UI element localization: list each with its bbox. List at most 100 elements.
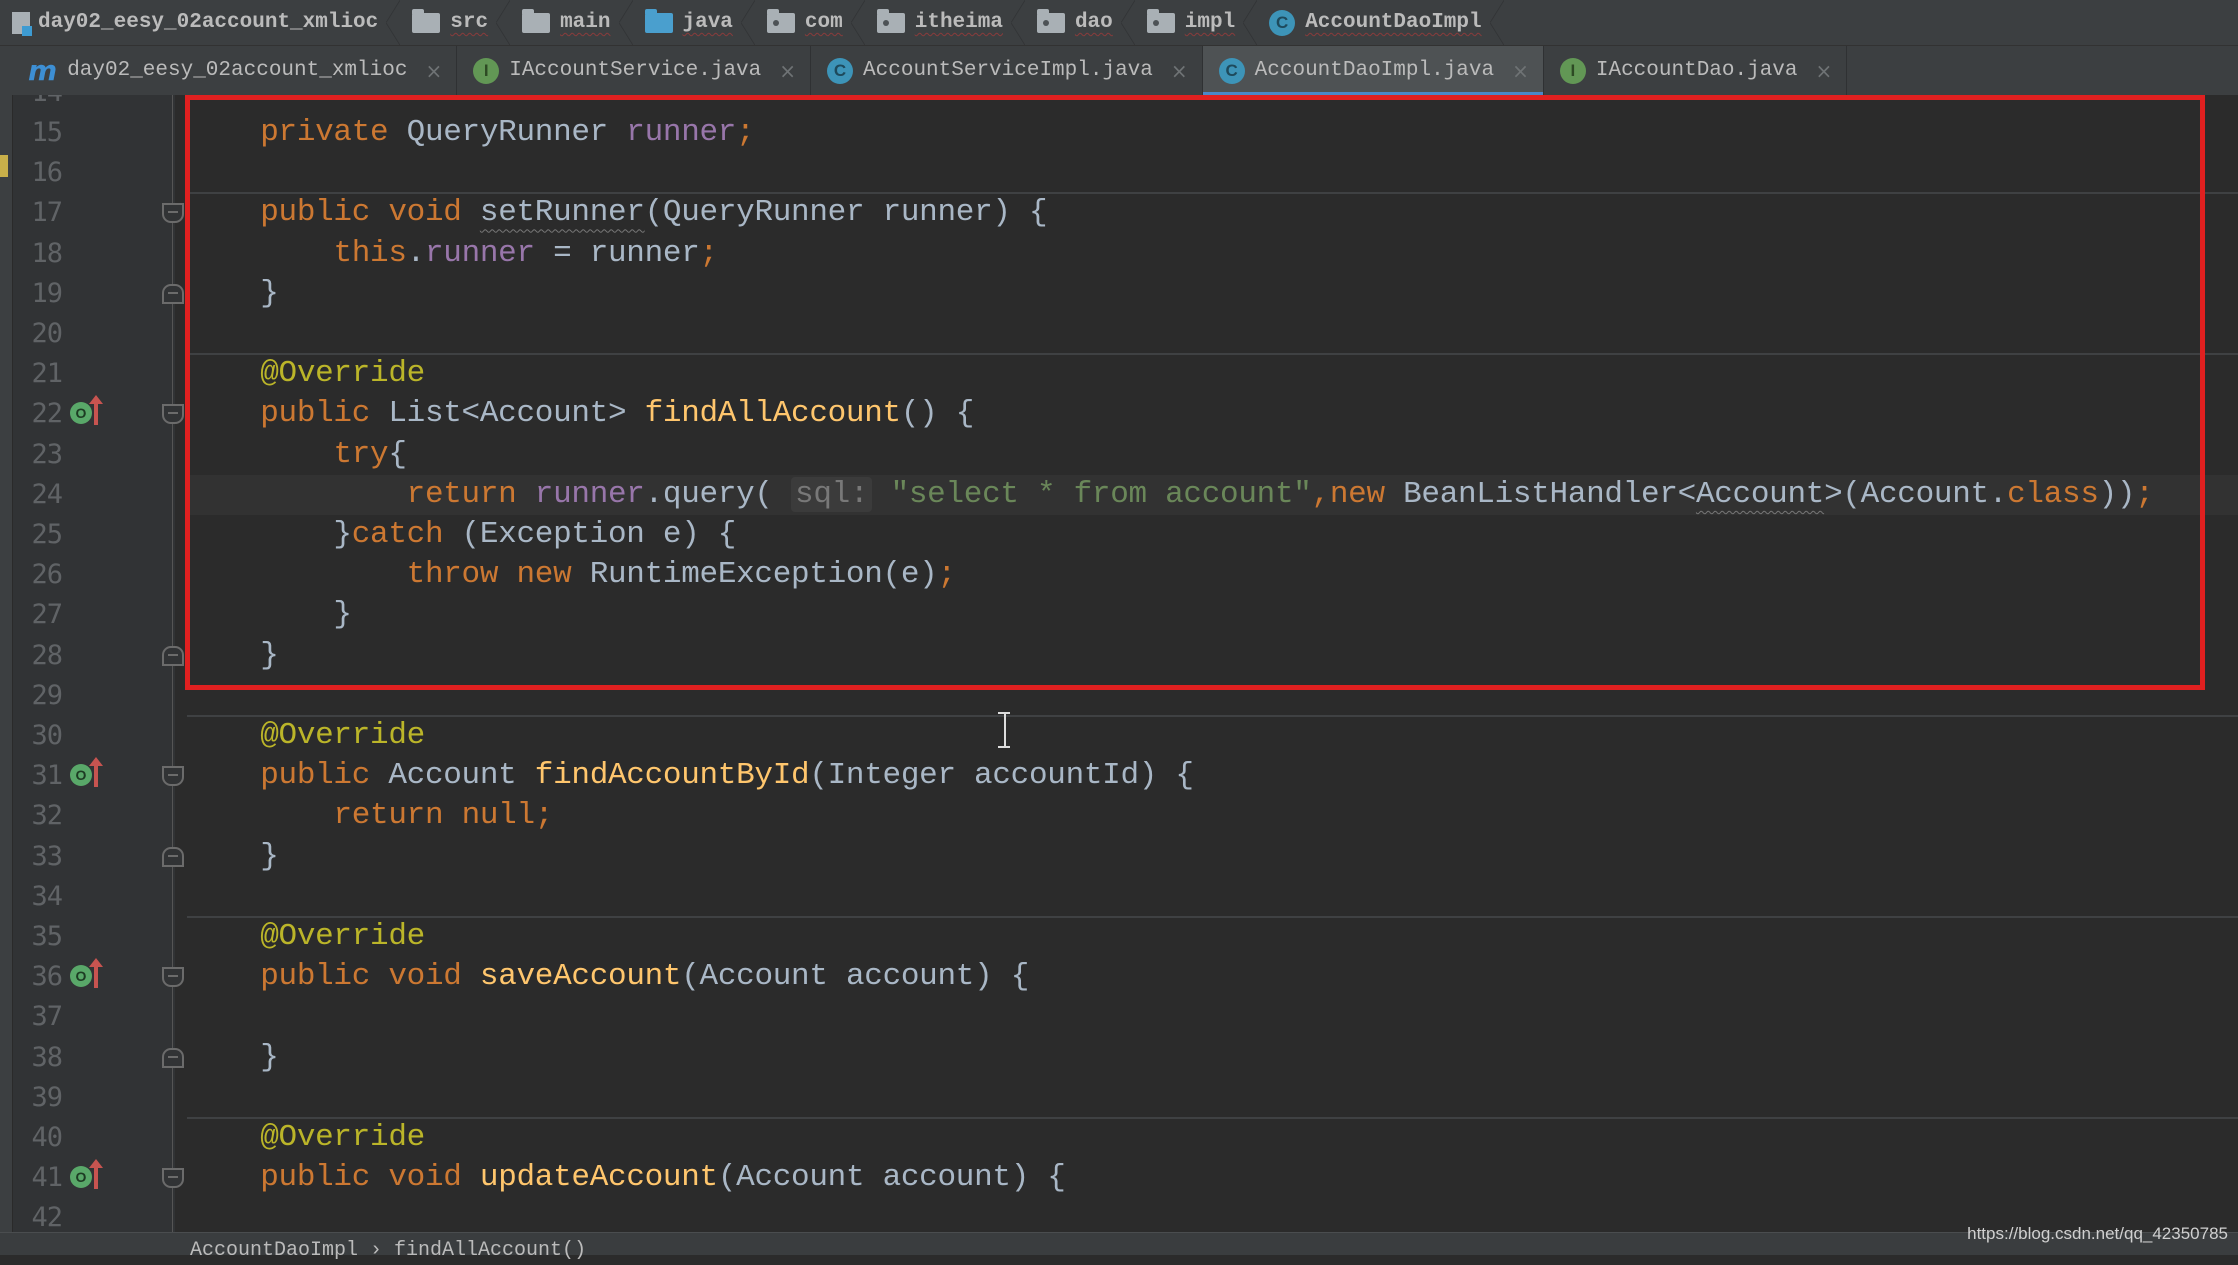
code-text[interactable]: this.runner = runner;	[187, 234, 718, 274]
bottom-breadcrumb[interactable]: AccountDaoImpl › findAllAccount()	[190, 1237, 586, 1265]
code-line: 20	[0, 314, 2238, 354]
code-text[interactable]: }	[187, 837, 279, 877]
code-text[interactable]: }	[187, 1038, 279, 1078]
fold-collapse-icon[interactable]	[162, 404, 184, 425]
close-tab-icon[interactable]: ×	[425, 59, 442, 83]
line-number: 40	[31, 1122, 63, 1153]
go-to-super-arrow-icon[interactable]	[89, 395, 103, 426]
code-token: @Override	[260, 919, 425, 954]
fold-end-icon[interactable]	[162, 1047, 184, 1068]
breadcrumb-item[interactable]: impl	[1135, 0, 1258, 45]
code-text[interactable]: @Override	[187, 917, 425, 957]
code-line: 36 O public void saveAccount(Account acco…	[0, 957, 2238, 997]
code-text[interactable]: return runner.query( sql: "select * from…	[187, 475, 2154, 515]
breadcrumb-item[interactable]: day02_eesy_02account_xmlioc	[0, 0, 401, 45]
code-text[interactable]: public void saveAccount(Account account)…	[187, 957, 1029, 997]
breadcrumb-item[interactable]: main	[510, 0, 633, 45]
code-text[interactable]: }	[187, 595, 352, 635]
code-text[interactable]: try{	[187, 435, 407, 475]
code-token: ;	[534, 798, 554, 834]
line-number: 41	[31, 1162, 63, 1194]
tab-day02-eesy-02account-xmlioc[interactable]: m day02_eesy_02account_xmlioc ×	[0, 46, 458, 95]
code-token: try	[333, 436, 389, 472]
fold-end-icon[interactable]	[162, 846, 184, 867]
code-text[interactable]: public List<Account> findAllAccount() {	[187, 394, 974, 434]
package-icon	[766, 8, 795, 33]
breadcrumb-item[interactable]: java	[633, 0, 756, 45]
code-token: new	[516, 557, 572, 593]
close-tab-icon[interactable]: ×	[1512, 59, 1529, 83]
code-text[interactable]: @Override	[187, 354, 425, 394]
code-text[interactable]: }	[187, 636, 279, 676]
implements-method-icon[interactable]: O	[70, 764, 92, 787]
code-token: ))	[2098, 476, 2136, 512]
code-token: ,	[1311, 476, 1331, 512]
code-text[interactable]: }	[187, 274, 279, 314]
code-line: 18 this.runner = runner;	[0, 234, 2238, 274]
fold-collapse-icon[interactable]	[162, 1168, 184, 1189]
go-to-super-arrow-icon[interactable]	[89, 958, 103, 989]
close-tab-icon[interactable]: ×	[1816, 59, 1833, 83]
code-text[interactable]: throw new RuntimeException(e);	[187, 555, 956, 595]
code-text[interactable]: return null;	[187, 796, 553, 836]
close-tab-icon[interactable]: ×	[779, 59, 796, 83]
breadcrumb-item[interactable]: com	[755, 0, 865, 45]
line-number: 29	[31, 679, 63, 711]
breadcrumb-item[interactable]: C AccountDaoImpl	[1257, 0, 1505, 45]
go-to-super-arrow-icon[interactable]	[89, 757, 103, 788]
breadcrumb-item[interactable]: itheima	[865, 0, 1026, 45]
code-text[interactable]: @Override	[187, 1118, 425, 1158]
tab-iaccountservice-java[interactable]: I IAccountService.java ×	[457, 46, 812, 95]
code-token: ;	[2135, 476, 2154, 512]
fold-end-icon[interactable]	[162, 645, 184, 666]
code-token: return	[333, 798, 444, 834]
close-tab-icon[interactable]: ×	[1171, 59, 1188, 83]
breadcrumb-label: dao	[1074, 11, 1113, 34]
line-number: 34	[31, 880, 63, 912]
tab-iaccountdao-java[interactable]: I IAccountDao.java ×	[1544, 46, 1848, 95]
code-text[interactable]: @Override	[187, 716, 425, 756]
code-token: updateAccount	[479, 1160, 718, 1196]
breadcrumb-label: java	[682, 11, 733, 34]
code-line: 19 }	[0, 274, 2238, 314]
code-text[interactable]: }catch (Exception e) {	[187, 515, 736, 555]
code-text[interactable]: public void updateAccount(Account accoun…	[187, 1158, 1066, 1198]
implements-method-icon[interactable]: O	[70, 965, 92, 988]
code-token: }	[187, 637, 279, 673]
line-number: 19	[31, 277, 63, 309]
fold-collapse-icon[interactable]	[162, 766, 184, 787]
package-icon	[876, 8, 905, 33]
go-to-super-arrow-icon[interactable]	[89, 1159, 103, 1190]
line-number: 22	[31, 398, 63, 430]
code-token: ;	[699, 235, 719, 271]
code-line: 21 @Override	[0, 354, 2238, 394]
implements-method-icon[interactable]: O	[70, 1166, 92, 1189]
code-editor[interactable]: 1415 private QueryRunner runner;1617 pub…	[0, 95, 2238, 1232]
implements-method-icon[interactable]: O	[70, 402, 92, 425]
fold-end-icon[interactable]	[162, 283, 184, 304]
code-line: 32 return null;	[0, 796, 2238, 836]
line-number: 21	[31, 358, 63, 390]
code-text[interactable]: public void setRunner(QueryRunner runner…	[187, 193, 1047, 233]
fold-collapse-icon[interactable]	[162, 203, 184, 224]
code-text[interactable]: public Account findAccountById(Integer a…	[187, 756, 1194, 796]
tab-accountserviceimpl-java[interactable]: C AccountServiceImpl.java ×	[811, 46, 1203, 95]
code-token: .query(	[644, 476, 792, 512]
breadcrumb-item[interactable]: src	[400, 0, 510, 45]
code-line: 31 O public Account findAccountById(Integ…	[0, 756, 2238, 796]
breadcrumb-label: src	[450, 11, 489, 34]
code-token: @Override	[260, 718, 425, 753]
breadcrumb-item[interactable]: dao	[1025, 0, 1135, 45]
code-token: (Integer accountId) {	[809, 758, 1194, 794]
code-token: RuntimeException(e)	[571, 557, 938, 593]
fold-collapse-icon[interactable]	[162, 967, 184, 988]
tab-accountdaoimpl-java[interactable]: C AccountDaoImpl.java ×	[1202, 46, 1544, 95]
code-line: 33 }	[0, 837, 2238, 877]
code-text[interactable]: private QueryRunner runner;	[187, 113, 755, 153]
tab-label: IAccountService.java	[509, 59, 762, 82]
